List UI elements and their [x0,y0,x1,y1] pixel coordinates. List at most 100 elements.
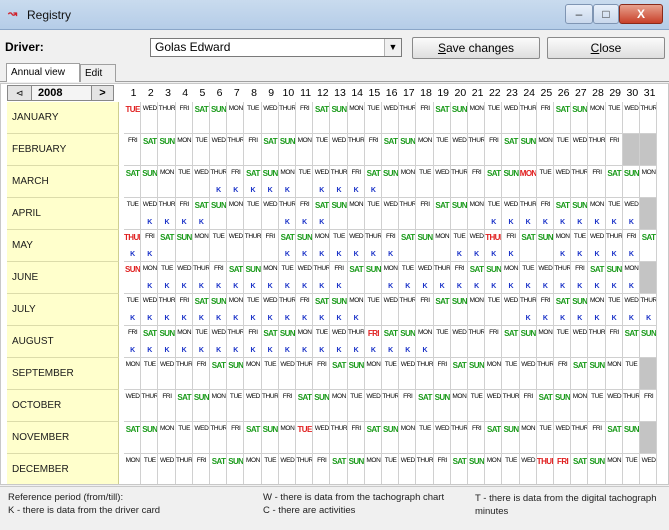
day-cell[interactable]: SAT [124,422,142,454]
day-cell[interactable]: SAT [450,358,468,390]
day-cell[interactable]: SUN K [210,294,228,326]
day-cell[interactable]: MON K [347,294,365,326]
day-cell[interactable]: THUR K [192,262,210,294]
day-cell[interactable]: FRI [588,166,606,198]
day-cell[interactable]: THUR [296,454,314,484]
window-close-button[interactable]: X [619,4,663,24]
day-cell[interactable]: SUN [554,390,572,422]
day-cell[interactable]: THUR [519,102,537,134]
day-cell[interactable]: TUE [364,294,382,326]
day-cell[interactable]: SAT K [382,326,400,358]
day-cell[interactable]: FRI [640,390,658,422]
day-cell[interactable]: TUE [262,454,279,484]
day-cell[interactable]: FRI [278,390,296,422]
day-cell[interactable]: FRI [485,134,503,166]
day-cell[interactable]: SAT [433,294,451,326]
day-cell[interactable]: TUE [244,102,262,134]
day-cell[interactable]: SUN [348,454,365,484]
day-cell[interactable]: THUR [158,102,176,134]
day-cell[interactable]: MON [330,390,348,422]
day-cell[interactable]: SUN [622,422,640,454]
day-cell[interactable]: TUE [416,166,434,198]
day-cell[interactable]: FRI K [536,294,554,326]
day-cell[interactable]: WED K [296,262,314,294]
day-cell[interactable]: WED K [210,326,228,358]
day-cell[interactable]: TUE [382,454,400,484]
day-cell[interactable]: THUR K [158,294,176,326]
day-cell[interactable]: TUE [588,390,606,422]
day-cell[interactable]: THUR [622,390,640,422]
day-cell[interactable]: WED [210,134,228,166]
day-cell[interactable]: SAT K [313,198,331,230]
day-cell[interactable]: THUR [588,134,606,166]
day-cell[interactable]: MON [227,102,245,134]
day-cell[interactable]: MON [485,454,503,484]
day-cell[interactable]: WED [433,166,451,198]
day-cell[interactable]: SUN [330,198,348,230]
day-cell[interactable]: SUN K [485,262,503,294]
day-cell[interactable]: MON K [278,166,296,198]
day-cell[interactable]: SUN [313,390,331,422]
day-cell[interactable]: WED [124,390,142,422]
day-cell[interactable]: MON [605,358,623,390]
close-button[interactable]: Close [547,37,665,59]
day-cell[interactable]: SAT K [313,294,331,326]
day-cell[interactable]: THUR K [158,198,176,230]
day-cell[interactable]: WED K [313,166,331,198]
day-cell[interactable]: MON [347,102,365,134]
day-cell[interactable]: TUE [502,358,520,390]
day-cell[interactable]: MON [399,422,417,454]
day-cell[interactable]: SAT K [261,326,279,358]
day-cell[interactable]: WED [158,358,176,390]
day-cell[interactable]: FRI [588,422,606,454]
day-cell[interactable]: WED [605,390,623,422]
day-cell[interactable]: WED [502,102,520,134]
day-cell[interactable]: MON K [313,230,331,262]
day-cell[interactable]: SAT [399,230,417,262]
day-cell[interactable]: SUN [141,166,159,198]
day-cell[interactable]: WED K [622,198,640,230]
day-cell[interactable]: SAT K [192,294,210,326]
day-cell[interactable]: MON [571,390,589,422]
day-cell[interactable]: SAT [313,102,331,134]
day-cell[interactable]: SUN K [278,326,296,358]
day-cell[interactable]: SAT [382,134,400,166]
day-cell[interactable]: WED [382,198,400,230]
day-cell[interactable]: WED [502,294,520,326]
day-cell[interactable]: SUN K [330,294,348,326]
day-cell[interactable]: MON [244,454,262,484]
day-cell[interactable]: SUN [450,198,468,230]
day-cell[interactable]: MON K [622,262,640,294]
day-cell[interactable]: THUR [296,358,314,390]
day-cell[interactable]: SUN K [296,230,314,262]
day-cell[interactable]: SUN [450,102,468,134]
day-cell[interactable]: TUE K [399,262,417,294]
day-cell[interactable]: FRI K [382,230,400,262]
day-cell[interactable]: THUR [382,390,400,422]
chevron-down-icon[interactable]: ▼ [384,39,401,56]
day-cell[interactable]: FRI [313,454,331,484]
day-cell[interactable]: THUR K [124,230,142,262]
day-cell[interactable]: MON K [502,262,520,294]
day-cell[interactable]: MON [536,326,554,358]
day-cell[interactable]: THUR [227,134,245,166]
day-cell[interactable]: SUN [588,358,606,390]
day-cell[interactable]: TUE [296,166,314,198]
day-cell[interactable]: FRI K [450,262,468,294]
day-cell[interactable]: TUE [536,166,554,198]
day-cell[interactable]: WED [192,166,210,198]
day-cell[interactable]: FRI [416,102,434,134]
day-cell[interactable]: SAT [364,422,382,454]
day-cell[interactable]: FRI [244,134,262,166]
day-cell[interactable]: TUE [124,198,142,230]
day-cell[interactable]: WED [622,102,640,134]
day-cell[interactable]: THUR [450,166,468,198]
day-cell[interactable]: SUN [640,326,658,358]
day-cell[interactable]: TUE [175,422,193,454]
day-cell[interactable]: SAT [502,134,520,166]
day-cell[interactable]: FRI K [571,262,589,294]
day-cell[interactable]: SUN [347,358,365,390]
day-cell[interactable]: THUR K [278,294,296,326]
day-cell[interactable]: WED [519,358,537,390]
day-cell[interactable]: MON K [141,262,159,294]
